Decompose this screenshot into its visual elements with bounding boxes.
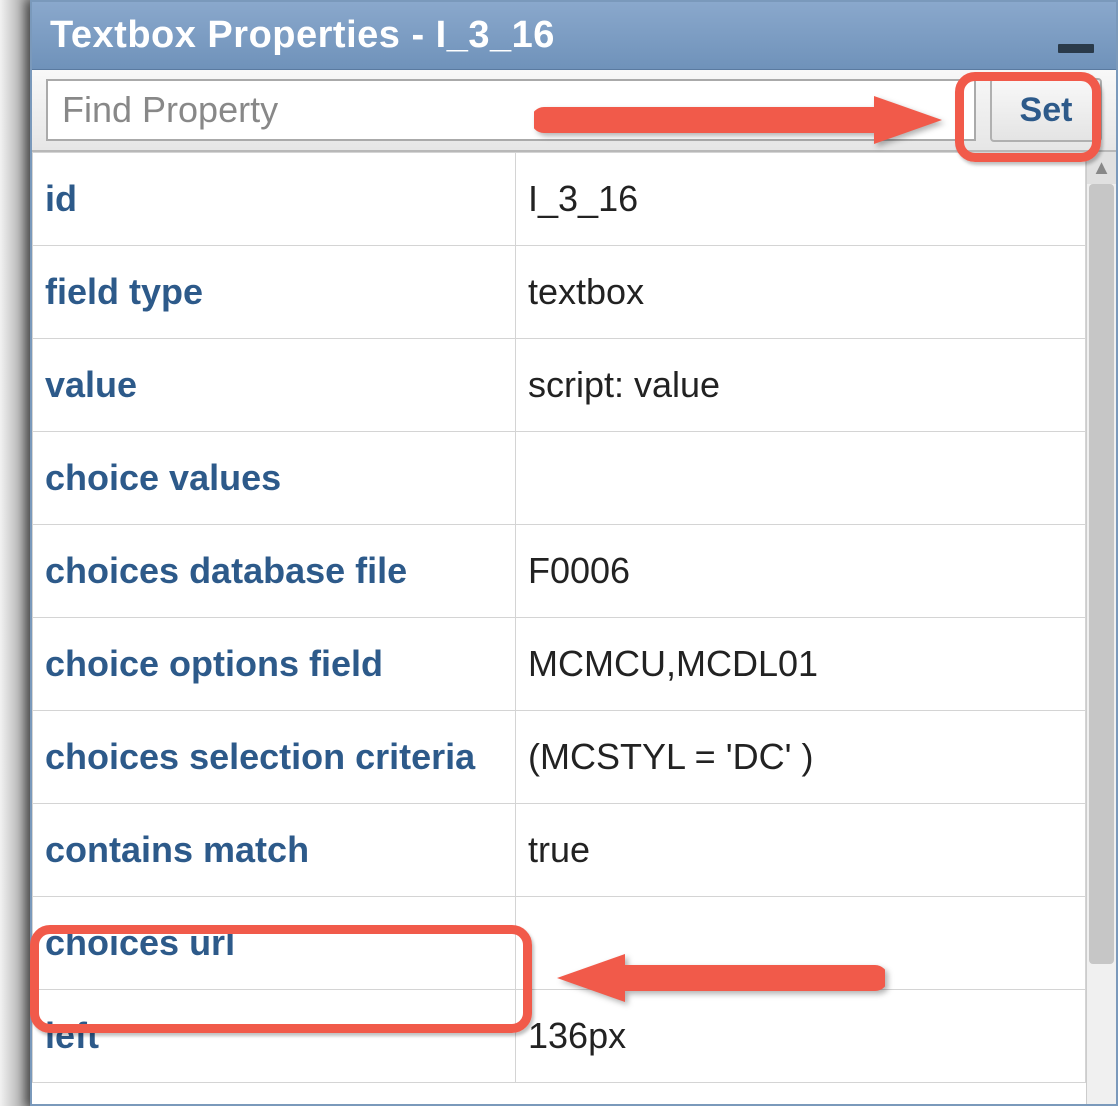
table-row[interactable]: left 136px [33, 990, 1086, 1083]
scroll-track[interactable] [1087, 184, 1116, 1104]
minimize-icon [1058, 44, 1094, 53]
property-name: choice options field [33, 618, 516, 711]
find-property-input[interactable] [46, 79, 976, 141]
table-row[interactable]: field type textbox [33, 246, 1086, 339]
property-name: left [33, 990, 516, 1083]
properties-table-wrapper: id I_3_16 field type textbox value scrip… [32, 152, 1086, 1104]
table-row[interactable]: choice values [33, 432, 1086, 525]
property-value[interactable]: MCMCU,MCDL01 [516, 618, 1086, 711]
table-row[interactable]: choices database file F0006 [33, 525, 1086, 618]
toolbar: Set [32, 70, 1116, 152]
property-value[interactable]: (MCSTYL = 'DC' ) [516, 711, 1086, 804]
property-name: id [33, 153, 516, 246]
minimize-button[interactable] [1054, 19, 1098, 53]
property-name: value [33, 339, 516, 432]
table-row[interactable]: choices url [33, 897, 1086, 990]
title-bar[interactable]: Textbox Properties - I_3_16 [32, 2, 1116, 70]
property-value[interactable]: 136px [516, 990, 1086, 1083]
vertical-scrollbar[interactable]: ▲ [1086, 152, 1116, 1104]
properties-table: id I_3_16 field type textbox value scrip… [32, 152, 1086, 1083]
table-row[interactable]: value script: value [33, 339, 1086, 432]
property-name: contains match [33, 804, 516, 897]
properties-window: Textbox Properties - I_3_16 Set id I_3_1… [30, 0, 1118, 1106]
property-name: choices url [33, 897, 516, 990]
property-value[interactable]: true [516, 804, 1086, 897]
property-name: choices selection criteria [33, 711, 516, 804]
property-value[interactable]: I_3_16 [516, 153, 1086, 246]
property-value[interactable]: F0006 [516, 525, 1086, 618]
property-name: choice values [33, 432, 516, 525]
property-name: field type [33, 246, 516, 339]
property-value[interactable]: textbox [516, 246, 1086, 339]
table-row[interactable]: choices selection criteria (MCSTYL = 'DC… [33, 711, 1086, 804]
property-value[interactable] [516, 897, 1086, 990]
scroll-thumb[interactable] [1089, 184, 1114, 964]
window-title: Textbox Properties - I_3_16 [50, 14, 555, 57]
property-value[interactable] [516, 432, 1086, 525]
table-row[interactable]: choice options field MCMCU,MCDL01 [33, 618, 1086, 711]
property-name: choices database file [33, 525, 516, 618]
table-row[interactable]: contains match true [33, 804, 1086, 897]
property-value[interactable]: script: value [516, 339, 1086, 432]
set-button[interactable]: Set [990, 78, 1102, 142]
table-row[interactable]: id I_3_16 [33, 153, 1086, 246]
scroll-up-arrow-icon[interactable]: ▲ [1087, 152, 1116, 184]
